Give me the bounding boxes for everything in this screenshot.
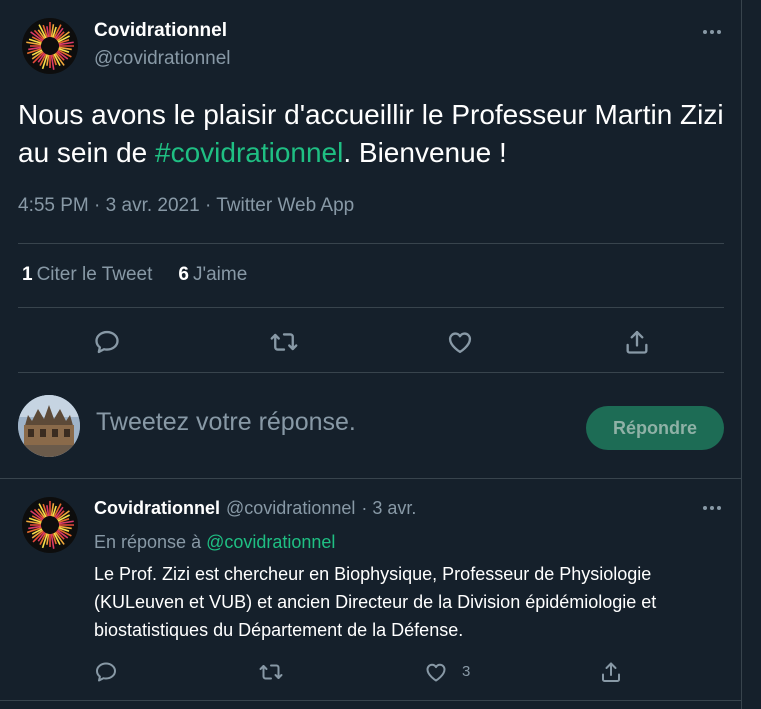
tweet-text: Nous avons le plaisir d'accueillir le Pr… bbox=[18, 96, 738, 172]
like-label: J'aime bbox=[192, 264, 248, 285]
divider bbox=[18, 243, 724, 244]
tweet-stats: 1 Citer le Tweet 6 J'aime bbox=[22, 264, 247, 286]
reply-author-name[interactable]: Covidrationnel bbox=[94, 498, 220, 519]
divider bbox=[18, 307, 724, 308]
quote-tweets-stat[interactable]: 1 Citer le Tweet bbox=[22, 264, 152, 286]
quote-label: Citer le Tweet bbox=[36, 264, 153, 285]
more-icon[interactable] bbox=[697, 22, 727, 42]
retweet-icon[interactable] bbox=[266, 324, 302, 360]
hashtag-link[interactable]: #covidrationnel bbox=[155, 137, 343, 168]
reply-input[interactable]: Tweetez votre réponse. bbox=[96, 408, 356, 437]
user-avatar[interactable] bbox=[18, 395, 80, 457]
author-name[interactable]: Covidrationnel bbox=[94, 20, 227, 42]
tweet-text-part2: . Bienvenue ! bbox=[343, 137, 507, 168]
logo-center bbox=[43, 518, 57, 532]
reply-author-handle[interactable]: @covidrationnel bbox=[226, 498, 355, 519]
tweet-date[interactable]: 3 avr. 2021 bbox=[106, 195, 200, 216]
reply-icon[interactable] bbox=[89, 324, 125, 360]
meta-separator: · bbox=[88, 195, 106, 216]
more-icon[interactable] bbox=[697, 498, 727, 518]
like-icon[interactable] bbox=[418, 654, 454, 690]
tweet-meta: 4:55 PM · 3 avr. 2021 · Twitter Web App bbox=[18, 195, 354, 217]
reply-button[interactable]: Répondre bbox=[586, 406, 724, 450]
quote-count: 1 bbox=[22, 264, 33, 285]
retweet-icon[interactable] bbox=[253, 654, 289, 690]
reply-author-line: Covidrationnel @covidrationnel · 3 avr. bbox=[94, 498, 416, 519]
share-icon[interactable] bbox=[593, 654, 629, 690]
like-icon[interactable] bbox=[442, 324, 478, 360]
in-reply-prefix: En réponse à bbox=[94, 532, 202, 552]
like-count: 6 bbox=[178, 264, 189, 285]
reply-author-avatar[interactable] bbox=[22, 497, 78, 553]
tweet-source[interactable]: Twitter Web App bbox=[216, 195, 354, 216]
reply-date[interactable]: · 3 avr. bbox=[361, 498, 416, 519]
share-icon[interactable] bbox=[619, 324, 655, 360]
logo-center bbox=[43, 39, 57, 53]
divider bbox=[0, 700, 741, 701]
likes-stat[interactable]: 6 J'aime bbox=[178, 264, 247, 286]
right-border bbox=[741, 0, 742, 709]
reply-text: Le Prof. Zizi est chercheur en Biophysiq… bbox=[94, 564, 657, 640]
in-reply-to: En réponse à @covidrationnel bbox=[94, 532, 335, 553]
divider bbox=[0, 478, 741, 479]
meta-separator: · bbox=[199, 195, 217, 216]
author-avatar[interactable] bbox=[22, 18, 78, 74]
reply-like-count: 3 bbox=[462, 663, 471, 680]
author-handle[interactable]: @covidrationnel bbox=[94, 48, 231, 70]
in-reply-handle[interactable]: @covidrationnel bbox=[206, 532, 335, 552]
tweet-time[interactable]: 4:55 PM bbox=[18, 195, 89, 216]
divider bbox=[18, 372, 724, 373]
reply-icon[interactable] bbox=[88, 654, 124, 690]
